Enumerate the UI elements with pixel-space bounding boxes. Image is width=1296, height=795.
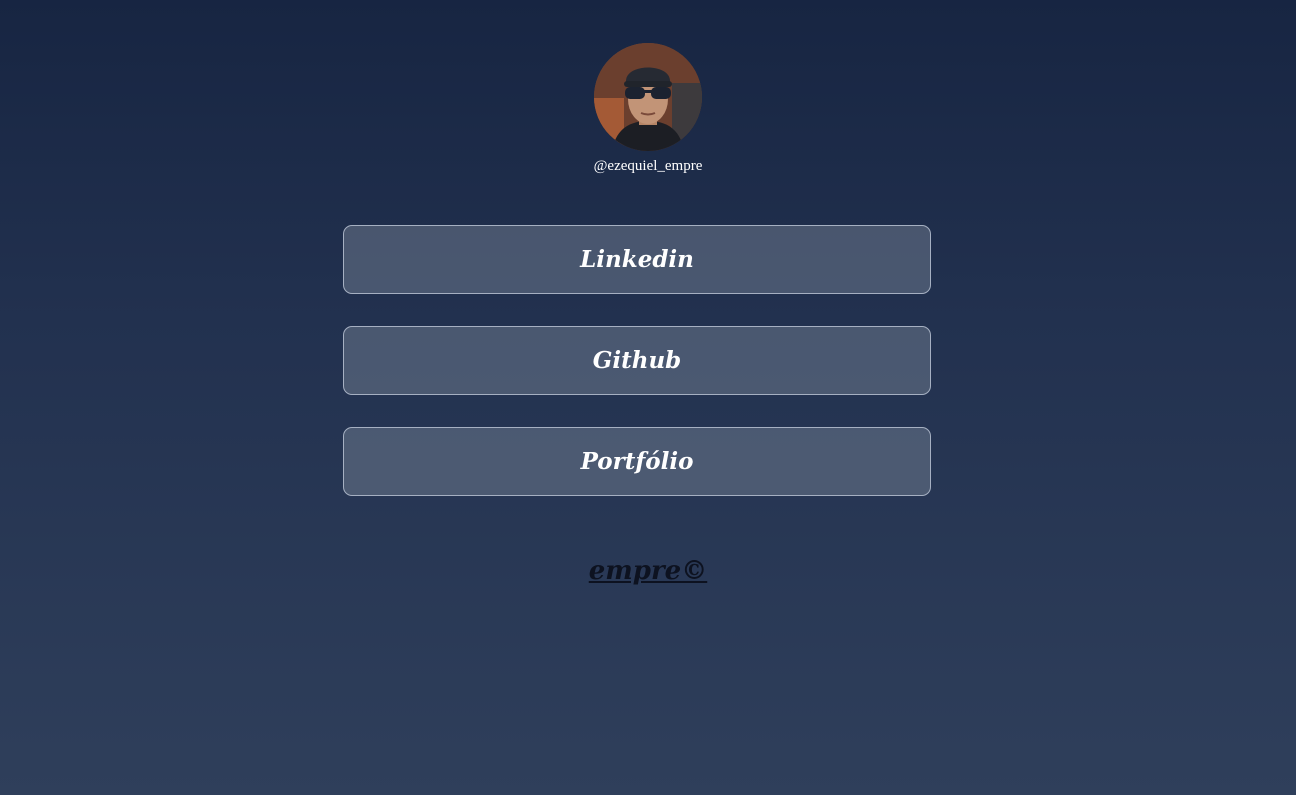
linkedin-link-button[interactable]: Linkedin — [343, 225, 931, 294]
link-list: Linkedin Github Portfólio — [343, 225, 931, 528]
person-photo-icon — [594, 43, 702, 151]
footer: empre© — [0, 556, 1296, 586]
profile-header: @ezequiel_empre — [0, 43, 1296, 175]
github-link-button[interactable]: Github — [343, 326, 931, 395]
footer-credit-link[interactable]: empre© — [589, 556, 707, 586]
portfolio-link-button[interactable]: Portfólio — [343, 427, 931, 496]
username-handle: @ezequiel_empre — [593, 158, 703, 174]
avatar — [594, 43, 702, 151]
